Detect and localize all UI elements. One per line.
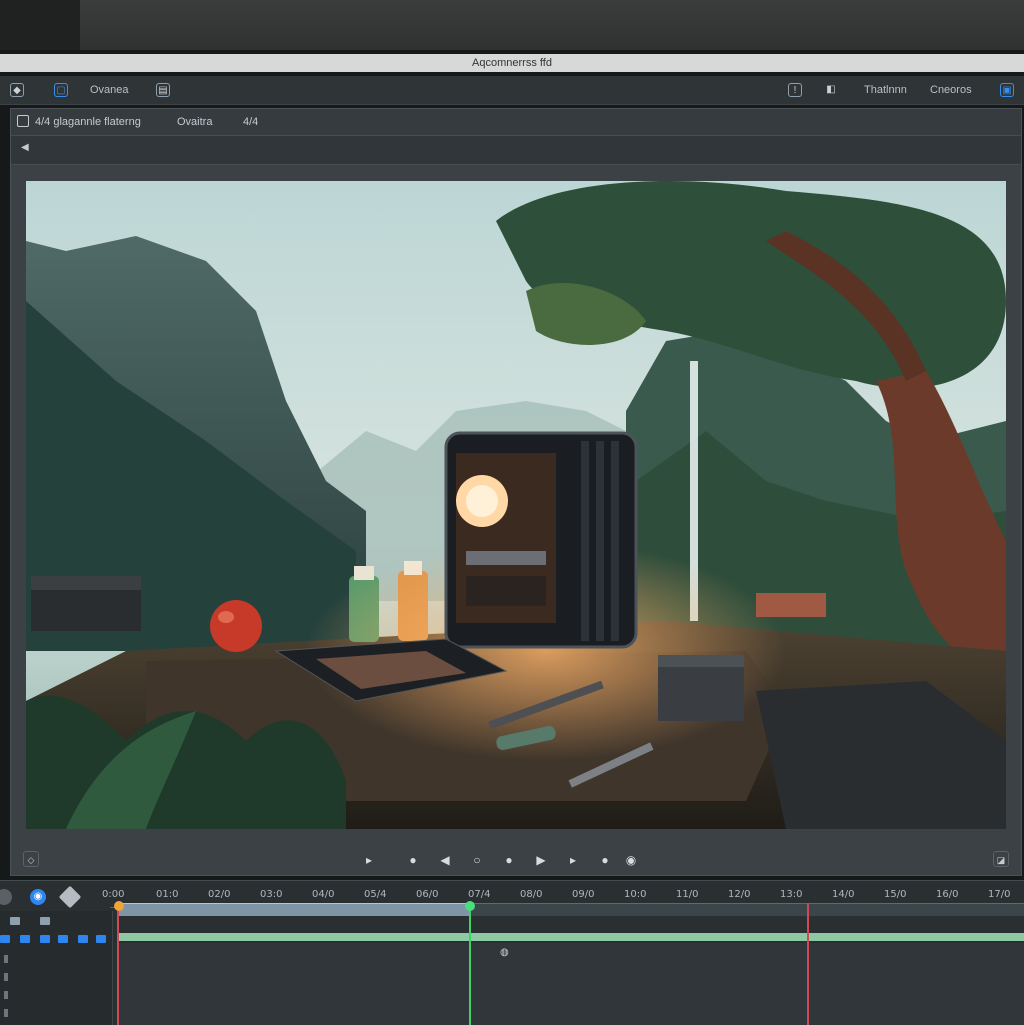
ruler-tick: 09/0 [572, 889, 595, 900]
ruler-tick: 03:0 [260, 889, 283, 900]
viewer-subbar: ◀ [11, 136, 1021, 165]
track-headers [0, 911, 113, 1025]
viewer-icon[interactable] [17, 115, 29, 127]
viewer-label-2[interactable]: Ovaitra [177, 113, 212, 131]
ruler-tick: 17/0 [988, 889, 1011, 900]
timeline-tools: ◉ [0, 881, 110, 911]
ruler-tick: 11/0 [676, 889, 699, 900]
ruler-tick: 05/4 [364, 889, 387, 900]
scene-image [26, 181, 1006, 829]
mark-in-button[interactable]: ● [595, 849, 615, 871]
background-shadow [0, 0, 80, 50]
playhead-line[interactable] [469, 903, 471, 1025]
menu-item-right-2[interactable]: Cneoros [930, 81, 972, 99]
menu-item-left[interactable]: Ovanea [90, 81, 129, 99]
go-to-start-button[interactable]: ▸ [359, 849, 379, 871]
ruler-tick: 0:00 [102, 889, 125, 900]
track-chat-icon[interactable] [40, 917, 50, 925]
out-marker-line[interactable] [807, 903, 809, 1025]
play-button[interactable]: ▶ [531, 849, 551, 871]
video-clip[interactable] [118, 903, 470, 916]
window-icon[interactable]: ▣ [1000, 83, 1014, 97]
viewer-label-3[interactable]: 4/4 [243, 113, 258, 131]
viewer-header: 4/4 glagannle flaterng Ovaitra 4/4 [11, 109, 1021, 136]
apple-icon [210, 600, 262, 652]
video-viewport[interactable] [26, 181, 1006, 829]
ruler-tick: 10:0 [624, 889, 647, 900]
track-toggle-icon[interactable] [0, 935, 10, 943]
track-toggle-icon[interactable] [78, 935, 88, 943]
pc-case-icon [444, 431, 638, 649]
tool-marker-icon[interactable] [58, 885, 82, 909]
tool-select-icon[interactable] [0, 889, 12, 905]
info-icon[interactable]: ! [788, 83, 802, 97]
stop-button[interactable]: ● [499, 849, 519, 871]
track-toggle-icon[interactable] [40, 935, 50, 943]
ruler-tick: 04/0 [312, 889, 335, 900]
lock-icon[interactable]: ◧ [824, 83, 838, 97]
playhead-handle[interactable] [465, 901, 475, 911]
step-forward-button[interactable]: ▸ [563, 849, 583, 871]
track-area[interactable] [118, 943, 1024, 1025]
clip-marker-icon[interactable]: ◍ [500, 947, 509, 958]
ruler-tick: 16/0 [936, 889, 959, 900]
fullscreen-icon[interactable]: ◪ [993, 851, 1009, 867]
window-title: Aqcomnerrss ffd [0, 54, 1024, 72]
loop-button[interactable]: ○ [467, 849, 487, 871]
audio-track[interactable] [118, 933, 1024, 941]
menubar: ◆ ▢ Ovanea ▤ ! ◧ Thatlnnn Cneoros ▣ [0, 76, 1024, 105]
background-wall [0, 0, 1024, 50]
mark-out-button[interactable]: ◉ [621, 849, 641, 871]
menu-item-right-1[interactable]: Thatlnnn [864, 81, 907, 99]
timeline: ◉ 0:00 01:0 02/0 03:0 04/0 05/4 06/0 07/… [0, 880, 1024, 1025]
track-toggle-icon[interactable] [96, 935, 106, 943]
viewer-panel: 4/4 glagannle flaterng Ovaitra 4/4 ◀ ◇ ▸… [10, 108, 1022, 876]
ruler-tick: 07/4 [468, 889, 491, 900]
app-icon[interactable]: ◆ [10, 83, 24, 97]
transport-controls: ◇ ▸ ● ◀ ○ ● ▶ ▸ ● ◉ ◪ [21, 849, 1011, 871]
ruler-tick: 14/0 [832, 889, 855, 900]
ruler-tick: 15/0 [884, 889, 907, 900]
tool-snap-icon[interactable]: ◉ [30, 889, 46, 905]
viewer-label[interactable]: 4/4 glagannle flaterng [35, 113, 141, 131]
collapse-icon[interactable]: ◀ [21, 142, 29, 153]
ruler-tick: 02/0 [208, 889, 231, 900]
ruler-tick: 12/0 [728, 889, 751, 900]
ruler-tick: 01:0 [156, 889, 179, 900]
track-toggle-icon[interactable] [58, 935, 68, 943]
ruler-tick: 13:0 [780, 889, 803, 900]
track-monitor-icon[interactable] [10, 917, 20, 925]
ruler-tick: 06/0 [416, 889, 439, 900]
step-back-button[interactable]: ◀ [435, 849, 455, 871]
record-button[interactable]: ● [403, 849, 423, 871]
ruler-tick: 08/0 [520, 889, 543, 900]
track-toggle-icon[interactable] [20, 935, 30, 943]
in-marker-handle[interactable] [114, 901, 124, 911]
viewer-settings-icon[interactable]: ◇ [23, 851, 39, 867]
track-row-handle[interactable] [4, 1009, 8, 1017]
track-row-handle[interactable] [4, 991, 8, 999]
file-icon[interactable]: ▢ [54, 83, 68, 97]
track-row-handle[interactable] [4, 955, 8, 963]
track-row-handle[interactable] [4, 973, 8, 981]
in-marker-line[interactable] [117, 903, 119, 1025]
chat-icon[interactable]: ▤ [156, 83, 170, 97]
empty-track[interactable] [470, 903, 1024, 916]
